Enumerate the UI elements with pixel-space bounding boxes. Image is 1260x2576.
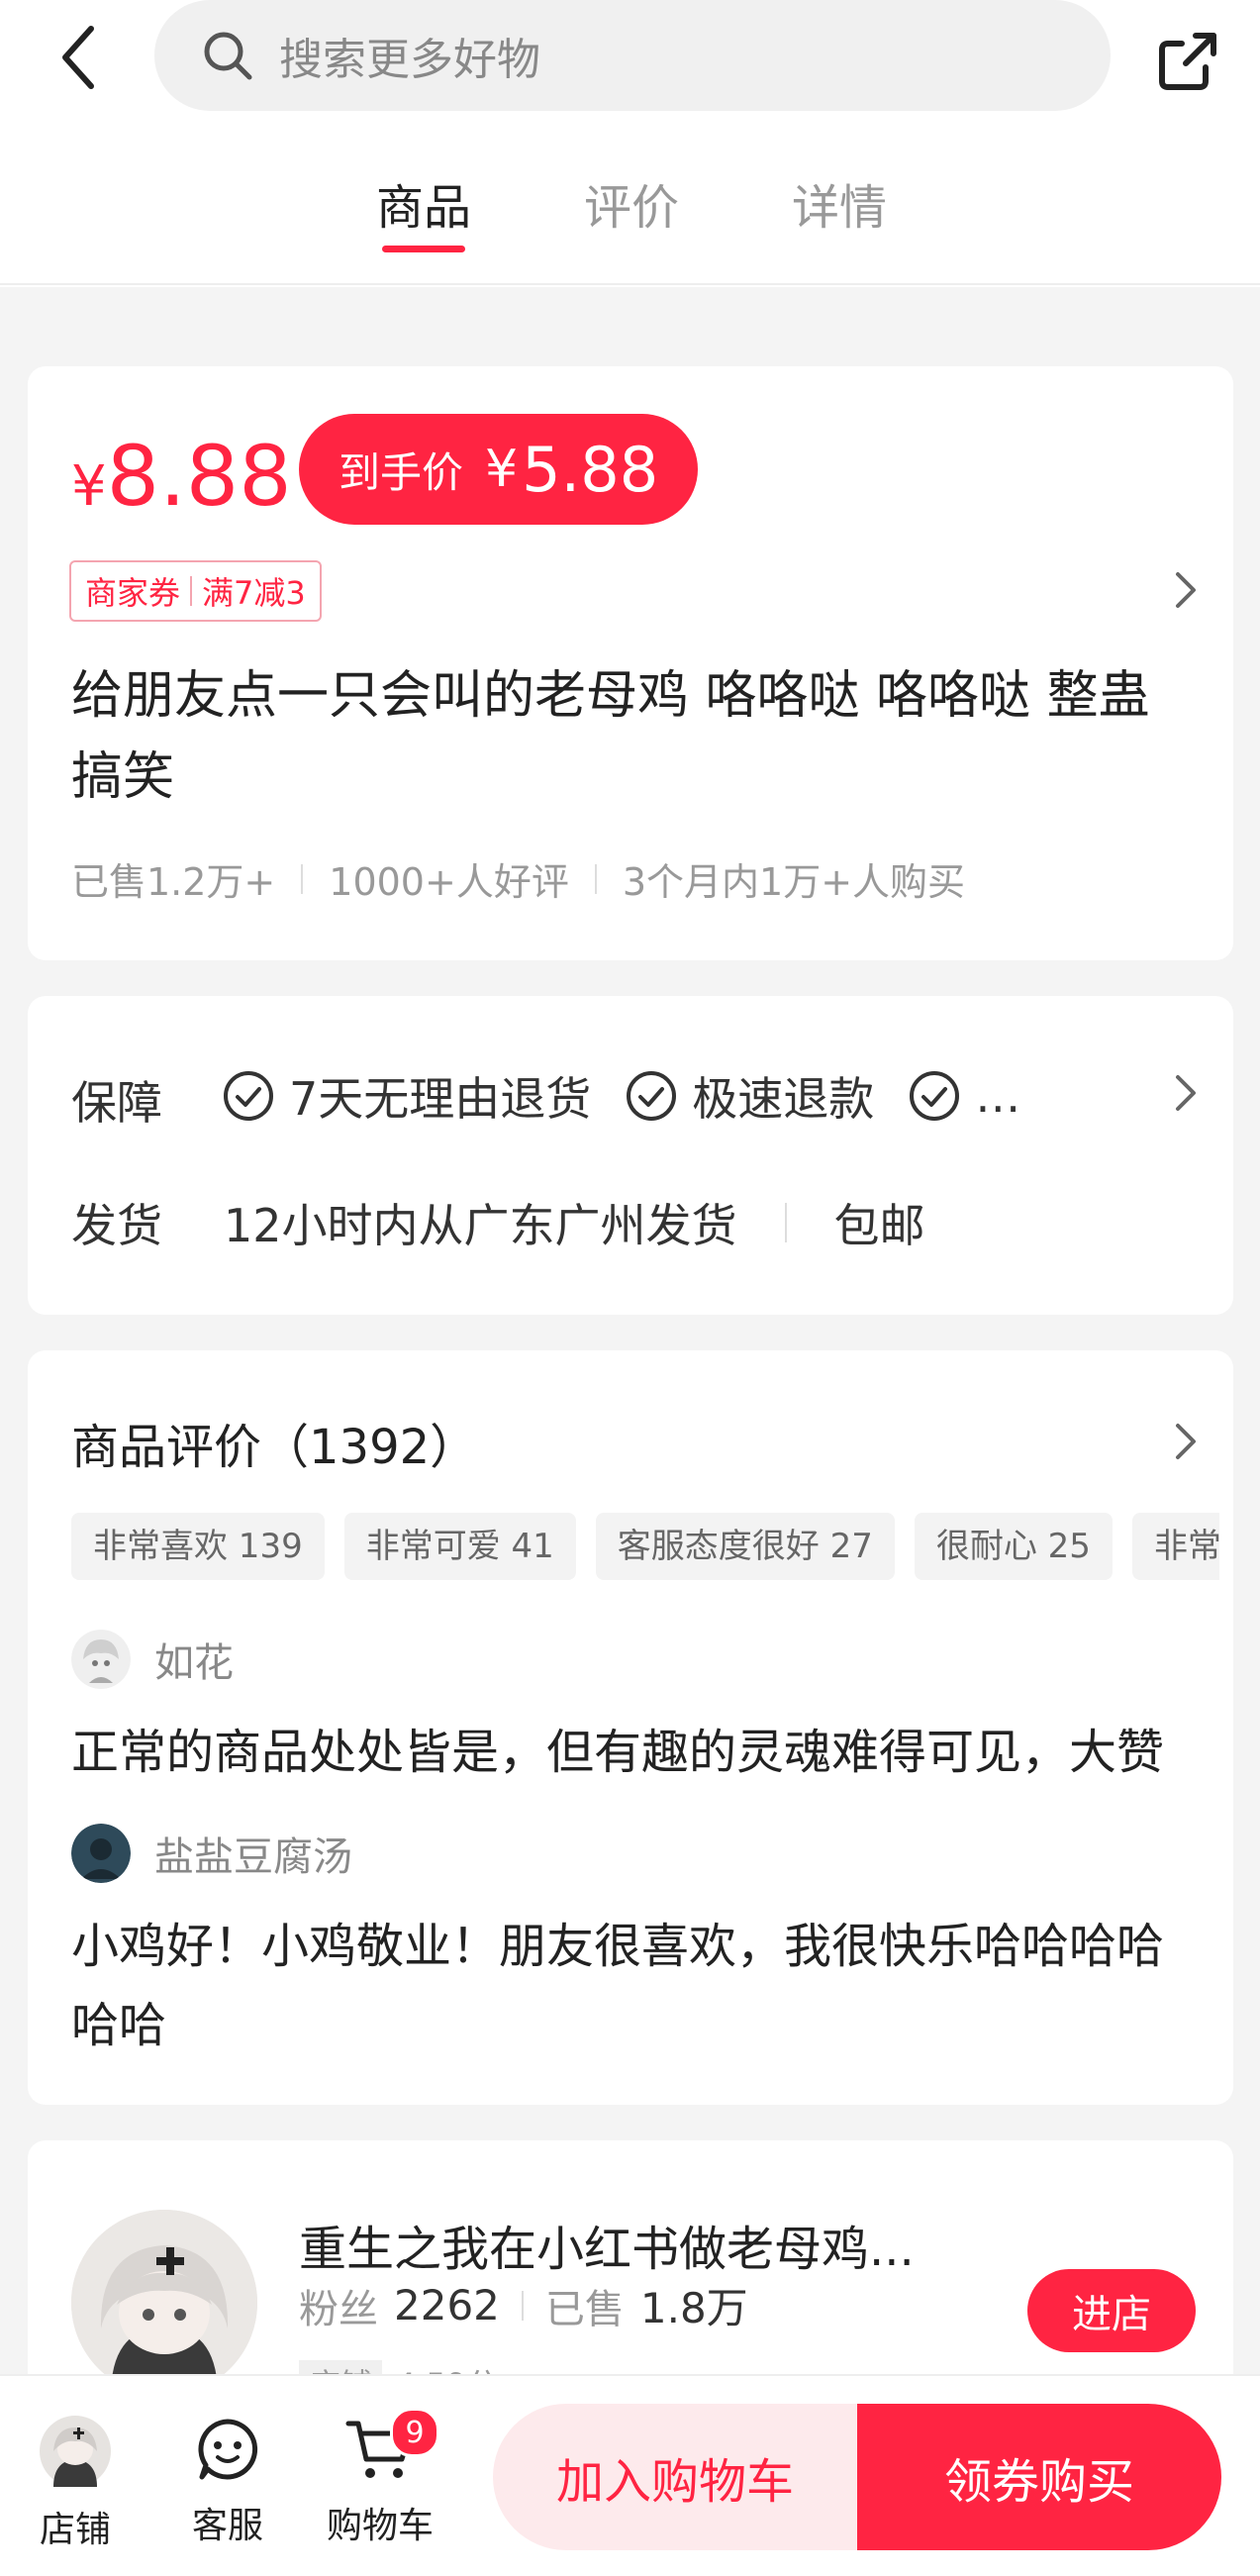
enter-shop-button[interactable]: 进店 (1027, 2269, 1196, 2352)
cart-nav-button[interactable]: 9 购物车 (321, 2408, 439, 2548)
search-placeholder: 搜索更多好物 (279, 35, 540, 85)
customer-service-label: 客服 (191, 2506, 263, 2546)
final-price-currency: ¥ (485, 440, 519, 499)
bottom-action-bar: 店铺 客服 9 购物车 加入购物车 领券购买 (0, 2374, 1260, 2576)
review-tag[interactable]: 非常可爱 41 (343, 1513, 576, 1580)
service-card: 保障 7天无理由退货 极速退款 … 发货 12小时内从广东广州发货 包邮 (28, 996, 1233, 1315)
product-info-card: ¥ 8.88 到手价 ¥ 5.88 商家券 满7减3 给朋友点一只会叫的老母鸡 … (28, 366, 1233, 960)
reviews-card[interactable]: 商品评价（1392） 非常喜欢 139 非常可爱 41 客服态度很好 27 很耐心 2… (28, 1350, 1233, 2105)
back-arrow-icon (62, 26, 94, 89)
shipping-text: 12小时内从广东广州发货 (224, 1199, 737, 1252)
fans-label: 粉丝 (299, 2286, 378, 2332)
shop-sold-label: 已售 (544, 2286, 625, 2332)
guarantee-text: 7天无理由退货 (289, 1072, 592, 1126)
shop-nav-label: 店铺 (39, 2510, 111, 2550)
add-to-cart-button[interactable]: 加入购物车 (493, 2404, 857, 2550)
guarantee-label: 保障 (71, 1076, 162, 1130)
final-price-badge: 到手价 ¥ 5.88 (299, 414, 699, 525)
shop-nav-button[interactable]: 店铺 (16, 2416, 135, 2552)
sold-count: 已售1.2万+ (71, 860, 276, 904)
guarantee-text: … (975, 1069, 1021, 1123)
back-button[interactable] (40, 18, 119, 97)
review-text: 正常的商品处处皆是，但有趣的灵魂难得可见，大赞 (71, 1725, 1165, 1780)
check-circle-icon (627, 1071, 677, 1121)
shop-avatar-icon (40, 2416, 111, 2487)
shop-name[interactable]: 重生之我在小红书做老母鸡... (299, 2210, 915, 2279)
guarantee-item: … (908, 1069, 1020, 1123)
cart-nav-label: 购物车 (326, 2506, 434, 2546)
stats-separator (301, 863, 304, 894)
shipping-label: 发货 (71, 1199, 162, 1252)
review-tag[interactable]: 非常 (1131, 1513, 1219, 1580)
shop-stats-separator (521, 2290, 524, 2321)
tab-reviews[interactable]: 评价 (584, 168, 679, 238)
reviewer: 盐盐豆腐汤 (71, 1824, 352, 1883)
good-review-count: 1000+人好评 (329, 860, 569, 904)
reviewer-name: 盐盐豆腐汤 (154, 1834, 352, 1880)
reviews-chevron-icon[interactable] (1166, 1422, 1206, 1461)
guarantee-text: 极速退款 (692, 1072, 875, 1126)
tab-details[interactable]: 详情 (792, 168, 887, 238)
tab-bar: 商品 评价 详情 (0, 168, 1260, 248)
final-price-value: 5.88 (522, 433, 659, 506)
share-button[interactable] (1148, 22, 1227, 101)
search-icon (200, 26, 259, 85)
coupon-rule: 满7减3 (202, 574, 306, 612)
guarantee-item: 极速退款 (625, 1063, 874, 1129)
shipping-separator (784, 1203, 787, 1242)
review-tags: 非常喜欢 139 非常可爱 41 客服态度很好 27 很耐心 25 非常 (71, 1513, 1219, 1582)
review-tag[interactable]: 非常喜欢 139 (71, 1513, 325, 1580)
final-price-label: 到手价 (339, 447, 464, 497)
cart-count-badge: 9 (390, 2408, 439, 2457)
coupon-separator (190, 576, 193, 606)
avatar (71, 1630, 131, 1689)
stats-separator (594, 863, 597, 894)
guarantee-item: 7天无理由退货 (222, 1063, 591, 1129)
shop-avatar-image (71, 2210, 257, 2396)
tab-product[interactable]: 商品 (376, 168, 471, 238)
search-bar[interactable]: 搜索更多好物 (154, 0, 1111, 111)
customer-service-button[interactable]: 客服 (168, 2416, 287, 2548)
free-shipping: 包邮 (833, 1199, 925, 1252)
shop-stats: 粉丝 2262 已售 1.8万 (299, 2275, 748, 2335)
reviewer: 如花 (71, 1630, 234, 1689)
price-value: 8.88 (106, 428, 292, 525)
avatar (71, 1824, 131, 1883)
coupon-tag[interactable]: 商家券 满7减3 (69, 560, 322, 622)
check-circle-icon (910, 1071, 960, 1121)
shop-avatar[interactable] (71, 2210, 257, 2396)
product-title: 给朋友点一只会叫的老母鸡 咯咯哒 咯咯哒 整蛊搞笑 (71, 666, 1150, 807)
active-tab-indicator (382, 246, 465, 252)
chat-icon (198, 2419, 258, 2480)
guarantee-chevron-icon[interactable] (1166, 1073, 1206, 1113)
coupon-chevron-icon[interactable] (1166, 570, 1206, 610)
price: ¥ 8.88 (71, 428, 292, 525)
coupon-buy-button[interactable]: 领券购买 (857, 2404, 1221, 2550)
coupon-type: 商家券 (85, 574, 181, 612)
sales-stats: 已售1.2万+ 1000+人好评 3个月内1万+人购买 (71, 851, 965, 906)
review-tag[interactable]: 客服态度很好 27 (595, 1513, 895, 1580)
top-bar: 搜索更多好物 商品 评价 详情 (0, 0, 1260, 287)
check-circle-icon (224, 1071, 273, 1121)
share-icon (1159, 33, 1216, 90)
reviewer-name: 如花 (154, 1640, 234, 1686)
shop-sold-count: 1.8万 (639, 2284, 748, 2332)
guarantee-list[interactable]: 7天无理由退货 极速退款 … (222, 1063, 1054, 1129)
review-text: 小鸡好！小鸡敬业！朋友很喜欢，我很快乐哈哈哈哈哈哈 (71, 1919, 1165, 2053)
currency-symbol: ¥ (71, 454, 107, 519)
recent-purchase-count: 3个月内1万+人购买 (622, 860, 966, 904)
fans-count: 2262 (394, 2281, 500, 2329)
review-tag[interactable]: 很耐心 25 (914, 1513, 1113, 1580)
shipping-info: 12小时内从广东广州发货 包邮 (224, 1190, 925, 1255)
header-divider (0, 283, 1260, 285)
reviews-title[interactable]: 商品评价（1392） (71, 1408, 477, 1477)
